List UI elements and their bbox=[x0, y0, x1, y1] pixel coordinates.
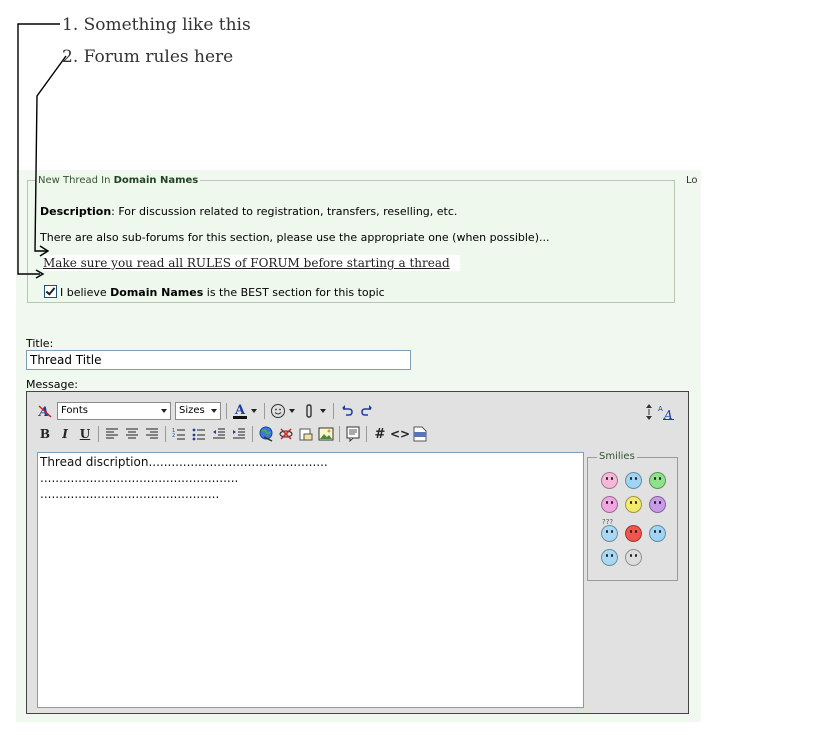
confused-smiley[interactable] bbox=[601, 525, 618, 542]
insert-image-icon[interactable] bbox=[316, 424, 336, 444]
toolbar-separator bbox=[264, 403, 265, 419]
wink-smiley[interactable] bbox=[601, 496, 618, 513]
font-select-arrow-icon bbox=[161, 409, 167, 413]
font-select[interactable]: Fonts bbox=[57, 402, 171, 420]
smiley-insert-icon[interactable] bbox=[268, 401, 288, 421]
subforums-note: There are also sub-forums for this secti… bbox=[40, 231, 550, 244]
unordered-list-icon[interactable] bbox=[189, 424, 209, 444]
outdent-icon[interactable] bbox=[209, 424, 229, 444]
ordered-list-icon[interactable]: 12 bbox=[169, 424, 189, 444]
italic-button[interactable]: I bbox=[55, 424, 75, 444]
align-left-icon[interactable] bbox=[102, 424, 122, 444]
size-select-arrow-icon bbox=[211, 409, 217, 413]
title-label: Title: bbox=[26, 337, 54, 350]
fieldset-legend: New Thread In Domain Names bbox=[36, 174, 201, 187]
forum-rules-link[interactable]: Make sure you read all RULES of FORUM be… bbox=[43, 255, 460, 271]
section-confirm-checkbox[interactable] bbox=[44, 285, 57, 298]
wrap-php-icon[interactable] bbox=[410, 424, 430, 444]
text-color-icon[interactable]: A bbox=[230, 401, 250, 421]
thread-title-input[interactable]: Thread Title bbox=[26, 350, 411, 370]
rolleyes-smiley[interactable] bbox=[649, 525, 666, 542]
tongue-smiley[interactable] bbox=[601, 472, 618, 489]
align-right-icon[interactable] bbox=[142, 424, 162, 444]
happy-smiley[interactable] bbox=[625, 496, 642, 513]
thread-info-fieldset: New Thread In Domain Names Description: … bbox=[27, 174, 675, 303]
legend-prefix: New Thread In bbox=[38, 175, 111, 186]
editor-toolbar-bottom: B I U 12 # <> bbox=[35, 424, 430, 444]
resize-editor-icon[interactable] bbox=[642, 402, 656, 422]
smilies-legend: Smilies bbox=[597, 451, 637, 462]
redo-icon[interactable] bbox=[357, 401, 377, 421]
smiley-dropdown-icon[interactable] bbox=[289, 409, 295, 413]
checkbox-suffix: is the BEST section for this topic bbox=[206, 286, 385, 299]
attachment-icon[interactable] bbox=[299, 401, 319, 421]
text-color-dropdown-icon[interactable] bbox=[251, 409, 257, 413]
grin-smiley[interactable] bbox=[649, 472, 666, 489]
legend-forum-name: Domain Names bbox=[113, 175, 199, 186]
angry-smiley[interactable] bbox=[625, 525, 642, 542]
toolbar-separator bbox=[226, 403, 227, 419]
section-confirm: I believe Domain Names is the BEST secti… bbox=[44, 285, 385, 299]
new-thread-panel: New Thread In Domain Names Description: … bbox=[16, 170, 701, 722]
forum-description: Description: For discussion related to r… bbox=[40, 205, 457, 218]
message-editor: A Fonts Sizes A A A B I U 1 2 # <> Threa… bbox=[26, 391, 689, 714]
description-text: : For discussion related to registration… bbox=[111, 205, 458, 218]
message-textarea[interactable]: Thread discription......................… bbox=[37, 452, 584, 708]
toolbar-separator bbox=[165, 426, 166, 442]
mad-smiley[interactable] bbox=[649, 496, 666, 513]
insert-quote-icon[interactable] bbox=[343, 424, 363, 444]
toolbar-separator bbox=[333, 403, 334, 419]
annotation-note-2: 2. Forum rules here bbox=[62, 47, 234, 67]
toolbar-separator bbox=[339, 426, 340, 442]
editor-toolbar-top: A Fonts Sizes A bbox=[35, 401, 377, 421]
toolbar-separator bbox=[366, 426, 367, 442]
message-label: Message: bbox=[26, 378, 78, 391]
description-label: Description bbox=[40, 205, 112, 218]
svg-text:A: A bbox=[234, 403, 246, 418]
toolbar-separator bbox=[252, 426, 253, 442]
wrap-code-button[interactable]: # bbox=[370, 424, 390, 444]
smilies-box: Smilies ??? bbox=[587, 451, 678, 581]
font-select-value: Fonts bbox=[61, 405, 88, 416]
checkbox-prefix: I believe bbox=[60, 286, 107, 299]
undo-icon[interactable] bbox=[337, 401, 357, 421]
editor-resize-controls: AA bbox=[642, 402, 676, 422]
size-select-value: Sizes bbox=[179, 405, 205, 416]
remove-format-icon[interactable]: A bbox=[35, 401, 55, 421]
svg-text:2: 2 bbox=[172, 433, 175, 439]
size-select[interactable]: Sizes bbox=[175, 402, 221, 420]
checkbox-forum-name: Domain Names bbox=[110, 286, 204, 299]
eek-smiley[interactable] bbox=[625, 549, 642, 566]
bold-button[interactable]: B bbox=[35, 424, 55, 444]
email-link-icon[interactable] bbox=[296, 424, 316, 444]
insert-link-icon[interactable] bbox=[256, 424, 276, 444]
svg-text:A: A bbox=[658, 405, 663, 413]
toolbar-separator bbox=[98, 426, 99, 442]
underline-button[interactable]: U bbox=[75, 424, 95, 444]
cool-smiley[interactable] bbox=[601, 549, 618, 566]
annotation-note-1: 1. Something like this bbox=[62, 15, 251, 35]
wrap-html-button[interactable]: <> bbox=[390, 424, 410, 444]
align-center-icon[interactable] bbox=[122, 424, 142, 444]
corner-text: Lo bbox=[686, 175, 698, 186]
smile-smiley[interactable] bbox=[625, 472, 642, 489]
remove-link-icon[interactable] bbox=[276, 424, 296, 444]
attachment-dropdown-icon[interactable] bbox=[320, 409, 326, 413]
indent-icon[interactable] bbox=[229, 424, 249, 444]
svg-text:A: A bbox=[37, 405, 49, 419]
switch-editor-mode-icon[interactable]: AA bbox=[656, 402, 676, 422]
